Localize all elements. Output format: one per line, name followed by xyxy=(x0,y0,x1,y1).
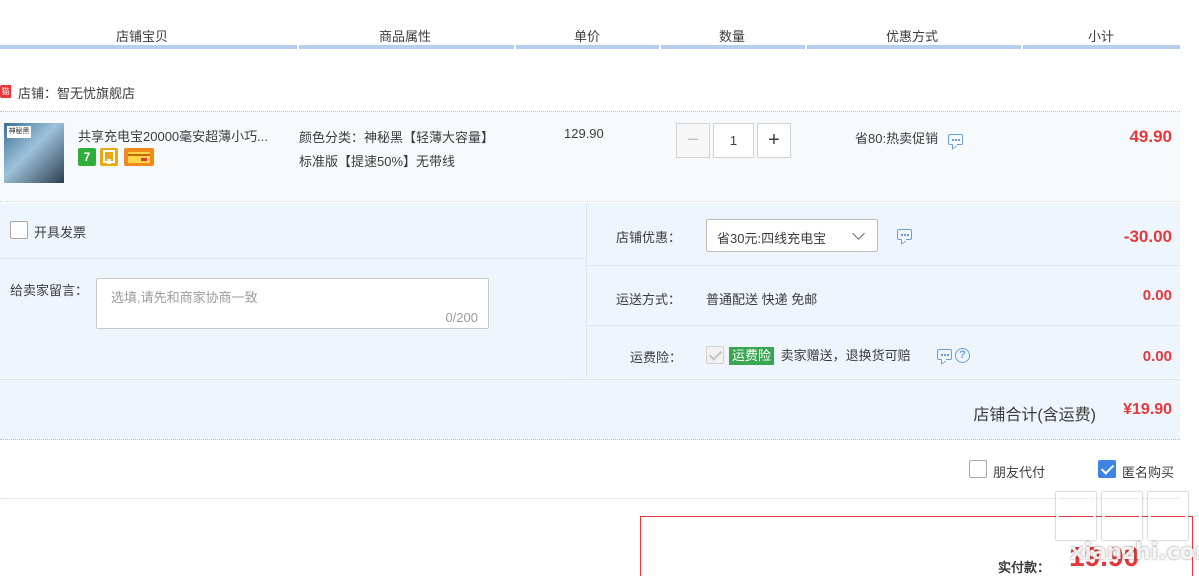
seven-day-return-icon: 7 xyxy=(78,148,96,166)
insurance-row: 运费险 卖家赠送，退换货可赔 xyxy=(729,345,911,365)
order-extras: 开具发票 给卖家留言： 0/200 店铺优惠： 省30元:四线充电宝 -30.0… xyxy=(0,203,1180,378)
col-unit-price: 单价 xyxy=(574,29,601,44)
shipping-method: 普通配送 快递 免邮 xyxy=(706,292,818,307)
shop-discount-value: 省30元:四线充电宝 xyxy=(717,231,827,246)
shop-discount-amount: -30.00 xyxy=(1123,227,1172,246)
payment-summary: 实付款： 19.90 xyxy=(640,516,1193,576)
product-attributes: 颜色分类：神秘黑【轻薄大容量】 标准版【提速50%】无带线 xyxy=(299,126,494,174)
invoice-checkbox[interactable] xyxy=(10,221,28,239)
shop-total-amount: ¥19.90 xyxy=(1123,401,1172,418)
chat-icon[interactable] xyxy=(897,229,912,240)
shop-total: 店铺合计(含运费) ¥19.90 xyxy=(0,379,1180,440)
payment-label: 实付款： xyxy=(998,560,1051,575)
divider xyxy=(0,258,586,259)
shop-name[interactable]: 店铺：智无忧旗舰店 xyxy=(18,83,135,102)
anonymous-purchase-label[interactable]: 匿名购买 xyxy=(1122,462,1174,481)
insurance-checkbox xyxy=(706,346,724,364)
seller-message-box: 0/200 xyxy=(96,278,489,329)
shipping-label: 运送方式： xyxy=(616,292,682,307)
header-bar xyxy=(1023,45,1180,49)
header-bar xyxy=(299,45,514,49)
cart-item-row: 神秘黑 共享充电宝20000毫安超薄小巧... 7 颜色分类：神秘黑【轻薄大容量… xyxy=(0,112,1180,202)
attribute-line: 颜色分类：神秘黑【轻薄大容量】 xyxy=(299,130,495,145)
divider xyxy=(587,325,1180,326)
tmall-icon: 猫 xyxy=(0,85,11,98)
invoice-label[interactable]: 开具发票 xyxy=(34,222,86,241)
credit-card-icon xyxy=(124,148,154,166)
friend-pay-label[interactable]: 朋友代付 xyxy=(993,462,1045,481)
product-thumbnail[interactable]: 神秘黑 xyxy=(4,123,64,183)
promotion: 省80:热卖促销 xyxy=(855,128,963,147)
header-bar xyxy=(0,45,297,49)
chat-icon[interactable] xyxy=(947,134,963,146)
col-quantity: 数量 xyxy=(719,29,746,44)
shop-row: 猫 店铺：智无忧旗舰店 xyxy=(0,80,1180,112)
message-char-counter: 0/200 xyxy=(445,310,478,325)
item-subtotal: 49.90 xyxy=(1129,127,1172,146)
divider xyxy=(587,265,1180,266)
guarantee-icon xyxy=(100,148,118,166)
insurance-amount: 0.00 xyxy=(1142,348,1172,365)
col-attributes: 商品属性 xyxy=(379,29,432,44)
col-shop-item: 店铺宝贝 xyxy=(116,29,169,44)
shop-discount-select[interactable]: 省30元:四线充电宝 xyxy=(706,219,878,252)
shipping-amount: 0.00 xyxy=(1142,287,1172,304)
product-title-link[interactable]: 共享充电宝20000毫安超薄小巧... xyxy=(78,126,298,145)
chevron-down-icon xyxy=(852,227,865,240)
insurance-label: 运费险： xyxy=(630,350,683,365)
shop-total-label: 店铺合计(含运费) xyxy=(973,407,1096,424)
insurance-tag: 运费险 xyxy=(729,347,775,365)
col-discount: 优惠方式 xyxy=(886,29,939,44)
quantity-input[interactable] xyxy=(713,123,754,158)
friend-pay-checkbox[interactable] xyxy=(969,460,987,478)
header-bar xyxy=(661,45,805,49)
checkout-options: 朋友代付 匿名购买 xyxy=(0,441,1180,499)
shop-discount-label: 店铺优惠： xyxy=(616,230,682,245)
chat-icon[interactable] xyxy=(937,349,952,360)
anonymous-purchase-checkbox[interactable] xyxy=(1098,460,1116,478)
promotion-text: 省80:热卖促销 xyxy=(855,131,939,146)
payment-amount: 19.90 xyxy=(1069,541,1140,572)
divider xyxy=(586,203,587,378)
seller-message-input[interactable] xyxy=(97,279,488,328)
header-bar xyxy=(807,45,1021,49)
unit-price: 129.90 xyxy=(564,126,604,141)
header-bar xyxy=(516,45,659,49)
attribute-line: 标准版【提速50%】无带线 xyxy=(299,154,456,169)
help-icon[interactable]: ? xyxy=(955,348,970,363)
insurance-description: 卖家赠送，退换货可赔 xyxy=(780,348,911,363)
message-label: 给卖家留言： xyxy=(10,283,89,298)
col-subtotal: 小计 xyxy=(1088,29,1115,44)
cart-header: 店铺宝贝 商品属性 单价 数量 优惠方式 小计 xyxy=(0,0,1180,50)
thumbnail-label: 神秘黑 xyxy=(7,126,31,138)
decrease-quantity-button[interactable]: − xyxy=(676,123,710,158)
increase-quantity-button[interactable]: + xyxy=(757,123,791,158)
